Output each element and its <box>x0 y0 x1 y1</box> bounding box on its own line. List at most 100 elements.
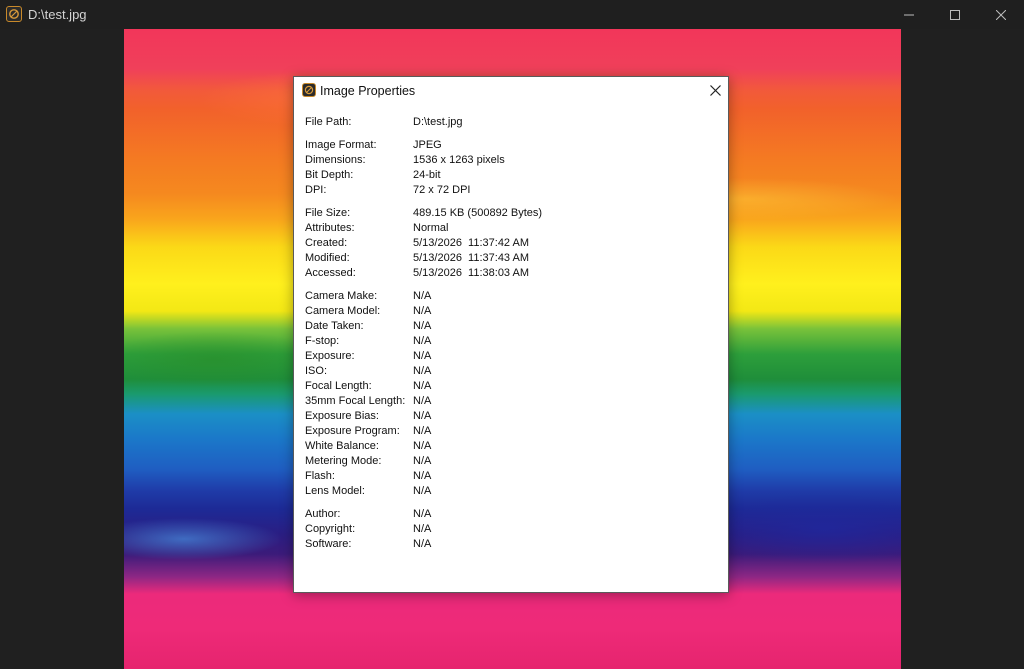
property-value: 24-bit <box>413 169 441 181</box>
property-label: Exposure: <box>305 350 355 362</box>
property-row: ISO: N/A <box>305 364 715 379</box>
property-row: Image Format: JPEG <box>305 138 715 153</box>
property-row: File Path: D:\test.jpg <box>305 115 715 130</box>
property-row: White Balance: N/A <box>305 439 715 454</box>
property-label: Focal Length: <box>305 380 372 392</box>
property-label: Image Format: <box>305 139 377 151</box>
property-row: F-stop: N/A <box>305 334 715 349</box>
property-label: Modified: <box>305 252 350 264</box>
property-label: Created: <box>305 237 348 249</box>
property-label: Exposure Bias: <box>305 410 379 422</box>
property-value: N/A <box>413 470 432 482</box>
window-titlebar: D:\test.jpg <box>0 0 1024 30</box>
window-title: D:\test.jpg <box>28 7 87 22</box>
property-value: 5/13/2026 11:37:43 AM <box>413 252 529 264</box>
property-row: Metering Mode: N/A <box>305 454 715 469</box>
property-label: Attributes: <box>305 222 355 234</box>
properties-list: File Path: D:\test.jpg Image Format: JPEG Di… <box>305 115 715 552</box>
property-label: Lens Model: <box>305 485 365 497</box>
property-label: Date Taken: <box>305 320 364 332</box>
property-row: Camera Make: N/A <box>305 289 715 304</box>
property-row: 35mm Focal Length: N/A <box>305 394 715 409</box>
property-value: JPEG <box>413 139 442 151</box>
property-label: Accessed: <box>305 267 356 279</box>
property-label: Flash: <box>305 470 335 482</box>
property-value: N/A <box>413 440 432 452</box>
property-value: N/A <box>413 425 432 437</box>
property-label: File Size: <box>305 207 351 219</box>
group-separator <box>305 198 715 206</box>
property-label: 35mm Focal Length: <box>305 395 406 407</box>
image-properties-dialog: Image Properties File Path: D:\test.jpg Im… <box>293 76 729 593</box>
property-row: Focal Length: N/A <box>305 379 715 394</box>
property-value: N/A <box>413 305 432 317</box>
dialog-app-icon <box>302 83 316 97</box>
property-row: Bit Depth: 24-bit <box>305 168 715 183</box>
property-row: Accessed: 5/13/2026 11:38:03 AM <box>305 266 715 281</box>
property-label: Copyright: <box>305 523 356 535</box>
close-icon <box>709 84 721 96</box>
property-row: DPI: 72 x 72 DPI <box>305 183 715 198</box>
group-separator <box>305 281 715 289</box>
property-value: N/A <box>413 455 432 467</box>
property-value: 1536 x 1263 pixels <box>413 154 505 166</box>
property-label: Camera Make: <box>305 290 378 302</box>
property-row: File Size: 489.15 KB (500892 Bytes) <box>305 206 715 221</box>
maximize-icon <box>950 9 960 20</box>
property-row: Flash: N/A <box>305 469 715 484</box>
property-label: Camera Model: <box>305 305 381 317</box>
minimize-icon <box>904 14 914 15</box>
property-value: 72 x 72 DPI <box>413 184 471 196</box>
property-label: ISO: <box>305 365 328 377</box>
property-row: Modified: 5/13/2026 11:37:43 AM <box>305 251 715 266</box>
property-value: N/A <box>413 350 432 362</box>
dialog-close-button[interactable] <box>700 77 730 103</box>
property-label: Exposure Program: <box>305 425 400 437</box>
property-value: N/A <box>413 320 432 332</box>
property-value: N/A <box>413 365 432 377</box>
property-label: Dimensions: <box>305 154 366 166</box>
property-row: Exposure Bias: N/A <box>305 409 715 424</box>
close-icon <box>996 9 1006 20</box>
property-label: White Balance: <box>305 440 379 452</box>
property-label: Author: <box>305 508 341 520</box>
property-label: Metering Mode: <box>305 455 382 467</box>
property-value: 489.15 KB (500892 Bytes) <box>413 207 543 219</box>
property-value: N/A <box>413 410 432 422</box>
property-label: Software: <box>305 538 352 550</box>
property-row: Dimensions: 1536 x 1263 pixels <box>305 153 715 168</box>
property-value: Normal <box>413 222 449 234</box>
property-value: D:\test.jpg <box>413 116 463 128</box>
property-row: Exposure: N/A <box>305 349 715 364</box>
property-row: Camera Model: N/A <box>305 304 715 319</box>
property-row: Created: 5/13/2026 11:37:42 AM <box>305 236 715 251</box>
property-label: File Path: <box>305 116 352 128</box>
group-separator <box>305 130 715 138</box>
property-value: N/A <box>413 335 432 347</box>
property-row: Exposure Program: N/A <box>305 424 715 439</box>
property-row: Attributes: Normal <box>305 221 715 236</box>
property-row: Copyright: N/A <box>305 522 715 537</box>
dialog-title: Image Properties <box>320 84 416 98</box>
property-value: 5/13/2026 11:38:03 AM <box>413 267 529 279</box>
minimize-button[interactable] <box>886 0 932 29</box>
close-button[interactable] <box>978 0 1024 29</box>
property-value: N/A <box>413 395 432 407</box>
property-label: Bit Depth: <box>305 169 354 181</box>
property-value: N/A <box>413 523 432 535</box>
property-row: Software: N/A <box>305 537 715 552</box>
property-value: N/A <box>413 538 432 550</box>
maximize-button[interactable] <box>932 0 978 29</box>
property-value: N/A <box>413 290 432 302</box>
group-separator <box>305 499 715 507</box>
property-value: N/A <box>413 485 432 497</box>
app-icon <box>6 6 22 22</box>
property-value: N/A <box>413 380 432 392</box>
property-value: 5/13/2026 11:37:42 AM <box>413 237 529 249</box>
property-row: Lens Model: N/A <box>305 484 715 499</box>
property-row: Author: N/A <box>305 507 715 522</box>
property-label: DPI: <box>305 184 327 196</box>
property-label: F-stop: <box>305 335 340 347</box>
property-row: Date Taken: N/A <box>305 319 715 334</box>
property-value: N/A <box>413 508 432 520</box>
